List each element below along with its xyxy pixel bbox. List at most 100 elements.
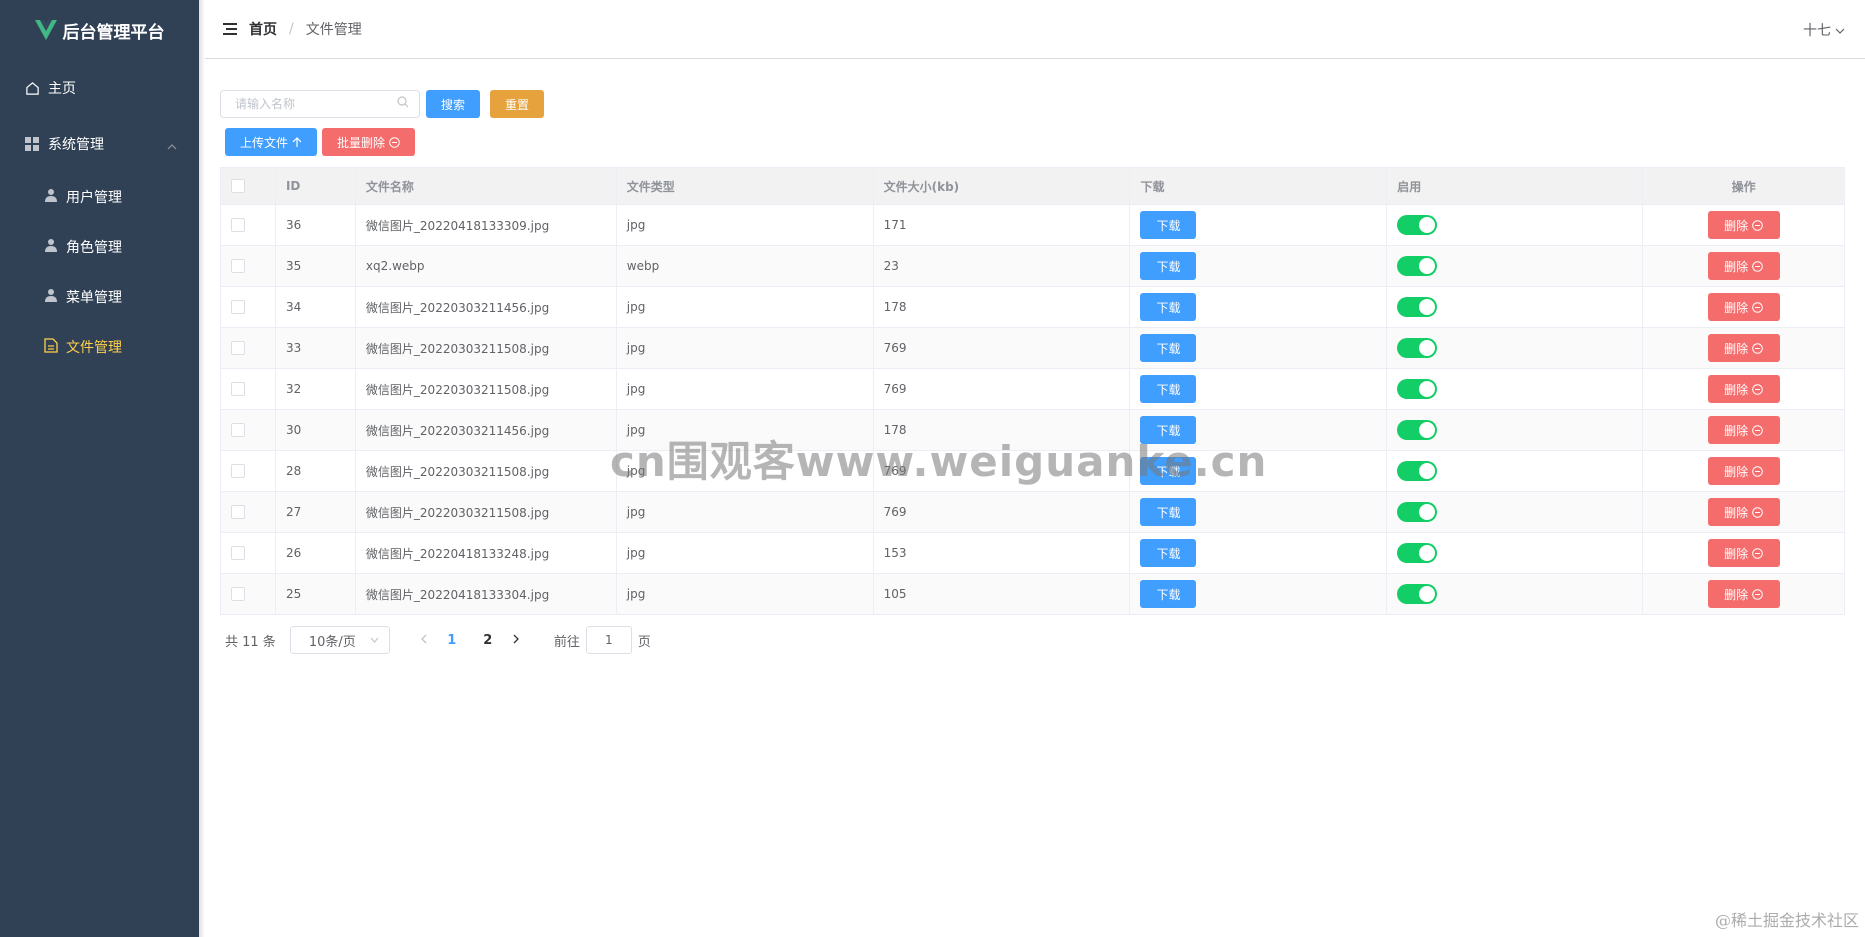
sidebar-item-menus[interactable]: 菜单管理 [0,272,199,322]
cell-actions: 删除 [1643,451,1844,491]
sidebar-item-users[interactable]: 用户管理 [0,172,199,222]
download-button[interactable]: 下载 [1140,580,1197,608]
cell-name: 微信图片_20220303211456.jpg [356,410,617,450]
user-icon [44,238,58,256]
cell-id: 28 [276,451,356,491]
batch-delete-button[interactable]: 批量删除 [322,128,416,156]
table-row: 27 微信图片_20220303211508.jpg jpg 769 下载 删除 [221,492,1844,533]
header-type: 文件类型 [617,168,874,204]
search-box[interactable] [220,90,420,118]
search-button[interactable]: 搜索 [426,90,481,118]
enable-switch[interactable] [1397,584,1438,604]
delete-button[interactable]: 删除 [1707,457,1780,485]
enable-switch[interactable] [1397,502,1438,522]
cell-name: 微信图片_20220418133309.jpg [356,205,617,245]
user-dropdown[interactable]: 十七 [1803,20,1845,40]
row-select-cell [221,328,276,368]
cell-enabled [1387,492,1644,532]
page-size-select[interactable]: 10条/页 [289,626,390,654]
home-icon [24,80,40,96]
delete-button[interactable]: 删除 [1707,211,1780,239]
row-checkbox[interactable] [231,505,245,519]
menu-item-system[interactable]: 系统管理 [0,116,199,172]
enable-switch[interactable] [1397,215,1438,235]
cell-name: 微信图片_20220303211508.jpg [356,451,617,491]
header-name: 文件名称 [356,168,617,204]
cell-id: 36 [276,205,356,245]
cell-name: 微信图片_20220418133304.jpg [356,574,617,614]
remove-circle-icon [1752,547,1763,559]
download-button[interactable]: 下载 [1140,293,1197,321]
logo[interactable]: 后台管理平台 [0,0,199,60]
reset-button[interactable]: 重置 [490,90,545,118]
delete-button[interactable]: 删除 [1707,580,1780,608]
enable-switch[interactable] [1397,338,1438,358]
page-size-value: 10条/页 [308,634,356,650]
select-all-checkbox[interactable] [231,179,245,193]
collapse-menu-icon[interactable] [223,23,237,35]
download-button[interactable]: 下载 [1140,375,1197,403]
header-select-cell [221,168,276,204]
chevron-up-icon [167,138,177,154]
download-button[interactable]: 下载 [1140,211,1197,239]
sidebar-item-label: 用户管理 [66,190,122,206]
page-2[interactable]: 2 [470,633,506,648]
cell-name: 微信图片_20220303211508.jpg [356,492,617,532]
document-icon [44,337,58,357]
enable-switch[interactable] [1397,297,1438,317]
delete-label: 删除 [1724,587,1749,602]
row-checkbox[interactable] [231,300,245,314]
cell-enabled [1387,533,1644,573]
row-checkbox[interactable] [231,423,245,437]
table-row: 35 xq2.webp webp 23 下载 删除 [221,246,1844,287]
chevron-down-icon [370,637,379,643]
row-checkbox[interactable] [231,259,245,273]
delete-button[interactable]: 删除 [1707,375,1780,403]
prev-page-button[interactable] [414,633,434,648]
cell-size: 171 [874,205,1131,245]
row-checkbox[interactable] [231,546,245,560]
enable-switch[interactable] [1397,420,1438,440]
upload-button[interactable]: 上传文件 [225,128,318,156]
row-checkbox[interactable] [231,218,245,232]
row-checkbox[interactable] [231,464,245,478]
table-row: 34 微信图片_20220303211456.jpg jpg 178 下载 删除 [221,287,1844,328]
cell-name: 微信图片_20220418133248.jpg [356,533,617,573]
delete-button[interactable]: 删除 [1707,293,1780,321]
download-button[interactable]: 下载 [1140,498,1197,526]
delete-button[interactable]: 删除 [1707,252,1780,280]
cell-size: 769 [874,369,1131,409]
delete-button[interactable]: 删除 [1707,539,1780,567]
row-checkbox[interactable] [231,587,245,601]
download-button[interactable]: 下载 [1140,252,1197,280]
enable-switch[interactable] [1397,461,1438,481]
cell-size: 105 [874,574,1131,614]
menu-item-home[interactable]: 主页 [0,60,199,116]
cell-enabled [1387,451,1644,491]
page-1[interactable]: 1 [434,633,470,648]
delete-button[interactable]: 删除 [1707,498,1780,526]
row-checkbox[interactable] [231,382,245,396]
sidebar-item-files[interactable]: 文件管理 [0,322,199,372]
download-button[interactable]: 下载 [1140,539,1197,567]
enable-switch[interactable] [1397,543,1438,563]
download-button[interactable]: 下载 [1140,334,1197,362]
goto-page-input[interactable] [585,626,632,654]
breadcrumb-home[interactable]: 首页 [249,19,277,39]
sidebar-item-roles[interactable]: 角色管理 [0,222,199,272]
cell-enabled [1387,328,1644,368]
cell-actions: 删除 [1643,287,1844,327]
search-input[interactable] [235,97,395,111]
enable-switch[interactable] [1397,379,1438,399]
delete-button[interactable]: 删除 [1707,334,1780,362]
row-select-cell [221,287,276,327]
delete-button[interactable]: 删除 [1707,416,1780,444]
user-icon [44,288,58,306]
delete-label: 删除 [1724,218,1749,233]
next-page-button[interactable] [506,633,526,648]
row-checkbox[interactable] [231,341,245,355]
enable-switch[interactable] [1397,256,1438,276]
breadcrumb: 首页 / 文件管理 [249,19,362,39]
chevron-right-icon [513,634,519,643]
total-count: 共 11 条 [225,634,276,650]
